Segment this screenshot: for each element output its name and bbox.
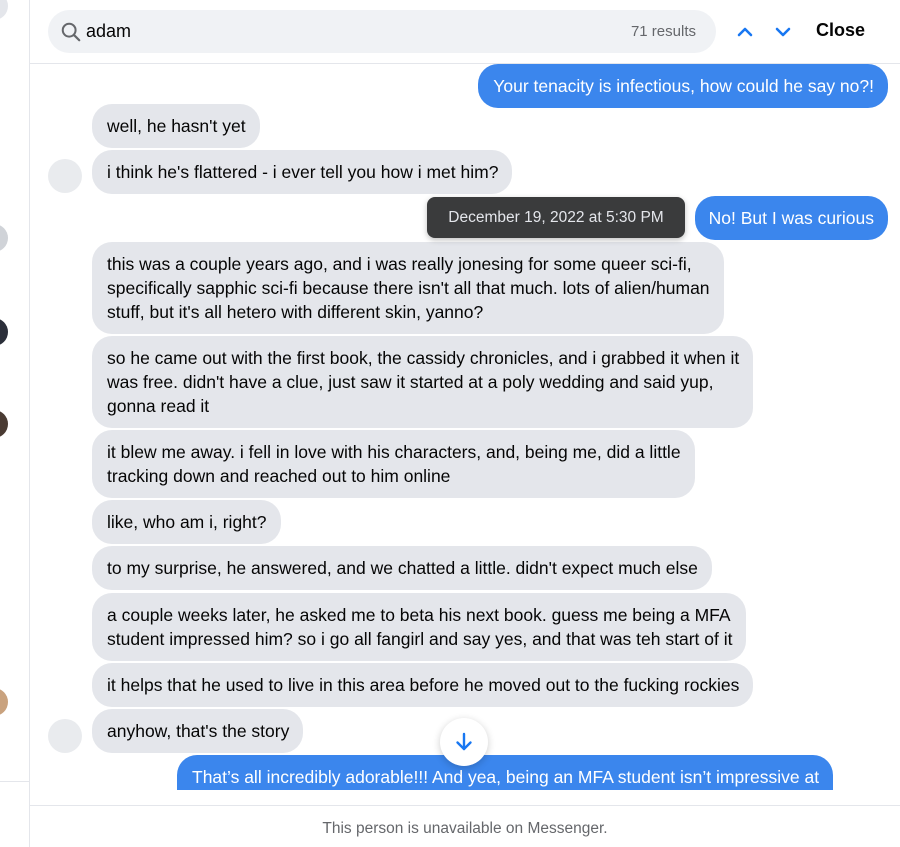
message-bubble-incoming[interactable]: to my surprise, he answered, and we chat…: [92, 546, 712, 590]
unavailable-notice: This person is unavailable on Messenger.: [322, 820, 608, 837]
close-button[interactable]: Close: [816, 20, 865, 41]
scroll-to-bottom-button[interactable]: [440, 718, 488, 766]
message-bubble-incoming[interactable]: so he came out with the first book, the …: [92, 336, 754, 428]
search-input[interactable]: [86, 10, 586, 53]
arrow-down-icon: [456, 732, 472, 751]
result-count: 71 results: [630, 23, 696, 40]
message-bubble-incoming[interactable]: like, who am i, right?: [92, 500, 281, 544]
message-bubble-incoming[interactable]: it blew me away. i fell in love with his…: [92, 430, 695, 498]
sidebar-avatar[interactable]: [0, 318, 8, 346]
chevron-down-icon[interactable]: [770, 19, 796, 45]
contact-avatar[interactable]: [48, 719, 82, 753]
message-bubble-incoming[interactable]: this was a couple years ago, and i was r…: [92, 242, 724, 334]
contact-avatar[interactable]: [48, 159, 82, 193]
message-bubble-outgoing[interactable]: No! But I was curious: [694, 196, 888, 240]
message-bubble-outgoing[interactable]: That’s all incredibly adorable!!! And ye…: [177, 755, 834, 790]
sidebar-avatar[interactable]: [0, 0, 8, 20]
sidebar-divider: [0, 781, 29, 782]
message-bubble-incoming[interactable]: anyhow, that's the story: [92, 709, 304, 753]
message-bubble-incoming[interactable]: well, he hasn't yet: [92, 104, 260, 148]
sidebar-avatar[interactable]: [0, 410, 8, 438]
sidebar-avatar[interactable]: [0, 688, 8, 716]
message-thread: Your tenacity is infectious, how could h…: [30, 64, 900, 790]
conversation-sidebar: [0, 0, 30, 847]
timestamp-tooltip: December 19, 2022 at 5:30 PM: [427, 197, 685, 238]
message-bubble-incoming[interactable]: it helps that he used to live in this ar…: [92, 663, 754, 707]
message-bubble-incoming[interactable]: i think he's flattered - i ever tell you…: [92, 150, 513, 194]
search-field[interactable]: 71 results: [48, 10, 716, 53]
chevron-up-icon[interactable]: [732, 19, 758, 45]
composer-footer: This person is unavailable on Messenger.: [30, 805, 900, 847]
sidebar-avatar[interactable]: [0, 224, 8, 252]
message-bubble-outgoing[interactable]: Your tenacity is infectious, how could h…: [478, 64, 888, 108]
search-icon: [61, 22, 81, 42]
search-bar: 71 results Close: [30, 0, 900, 64]
message-bubble-incoming[interactable]: a couple weeks later, he asked me to bet…: [92, 593, 747, 661]
